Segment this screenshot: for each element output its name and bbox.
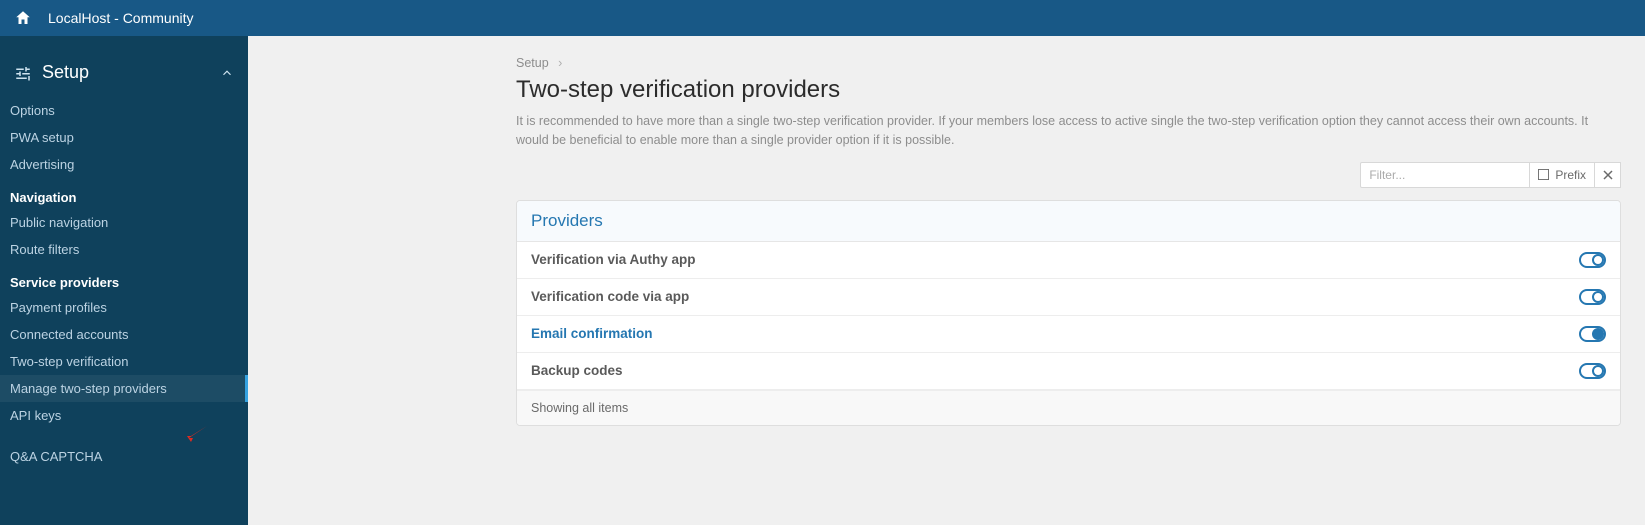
prefix-toggle[interactable]: Prefix [1530, 162, 1595, 188]
close-icon [1603, 170, 1613, 180]
provider-row-authy[interactable]: Verification via Authy app [517, 242, 1620, 279]
chevron-right-icon: › [558, 56, 562, 70]
sidebar-item-two-step-verification[interactable]: Two-step verification [0, 348, 248, 375]
provider-label: Verification via Authy app [531, 252, 696, 267]
providers-panel: Providers Verification via Authy app Ver… [516, 200, 1621, 426]
toggle-authy[interactable] [1579, 252, 1606, 268]
sidebar: Setup Options PWA setup Advertising Navi… [0, 36, 248, 525]
main-content: Setup › Two-step verification providers … [248, 36, 1645, 525]
filter-input[interactable] [1360, 162, 1530, 188]
toggle-code-app[interactable] [1579, 289, 1606, 305]
provider-label: Backup codes [531, 363, 623, 378]
topbar: LocalHost - Community [0, 0, 1645, 36]
prefix-label: Prefix [1555, 168, 1586, 182]
sidebar-item-pwa-setup[interactable]: PWA setup [0, 124, 248, 151]
chevron-up-icon [220, 66, 234, 80]
breadcrumb-setup[interactable]: Setup [516, 56, 549, 70]
sidebar-item-route-filters[interactable]: Route filters [0, 236, 248, 263]
sidebar-item-options[interactable]: Options [0, 97, 248, 124]
sidebar-item-api-keys[interactable]: API keys [0, 402, 248, 429]
panel-heading: Providers [517, 201, 1620, 242]
filter-row: Prefix [516, 162, 1621, 188]
sidebar-section-title: Setup [42, 62, 89, 83]
sidebar-item-connected-accounts[interactable]: Connected accounts [0, 321, 248, 348]
toggle-backup[interactable] [1579, 363, 1606, 379]
sidebar-item-qa-captcha[interactable]: Q&A CAPTCHA [0, 443, 248, 470]
clear-filter-button[interactable] [1595, 162, 1621, 188]
page-title: Two-step verification providers [516, 76, 1621, 104]
sidebar-group-navigation: Navigation [0, 178, 248, 209]
provider-label: Verification code via app [531, 289, 689, 304]
checkbox-icon [1538, 169, 1549, 180]
sliders-icon [14, 65, 32, 81]
toggle-email[interactable] [1579, 326, 1606, 342]
app-title[interactable]: LocalHost - Community [48, 10, 194, 26]
panel-footer: Showing all items [517, 390, 1620, 425]
provider-row-backup[interactable]: Backup codes [517, 353, 1620, 390]
provider-row-code-app[interactable]: Verification code via app [517, 279, 1620, 316]
provider-label: Email confirmation [531, 326, 653, 341]
breadcrumb[interactable]: Setup › [516, 56, 1621, 70]
sidebar-item-payment-profiles[interactable]: Payment profiles [0, 294, 248, 321]
provider-row-email[interactable]: Email confirmation [517, 316, 1620, 353]
sidebar-section-setup[interactable]: Setup [0, 54, 248, 97]
sidebar-item-public-navigation[interactable]: Public navigation [0, 209, 248, 236]
sidebar-group-service-providers: Service providers [0, 263, 248, 294]
home-icon[interactable] [14, 9, 32, 27]
sidebar-item-manage-two-step-providers[interactable]: Manage two-step providers [0, 375, 248, 402]
page-description: It is recommended to have more than a si… [516, 112, 1621, 150]
sidebar-item-advertising[interactable]: Advertising [0, 151, 248, 178]
